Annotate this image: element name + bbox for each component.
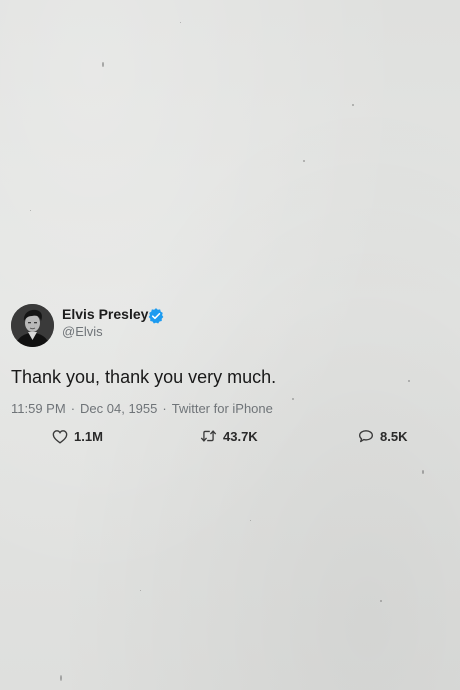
- user-handle[interactable]: @Elvis: [62, 324, 103, 339]
- retweet-count: 43.7K: [223, 428, 258, 444]
- like-count: 1.1M: [74, 428, 103, 444]
- tweet-card: Elvis Presley @Elvis Thank you, thank yo…: [0, 0, 460, 690]
- separator-dot: ·: [70, 401, 76, 416]
- heart-icon: [52, 429, 68, 444]
- reply-icon: [359, 429, 373, 442]
- avatar-portrait-image: [11, 304, 54, 347]
- like-button[interactable]: 1.1M: [52, 427, 103, 445]
- tweet-metadata: 11:59 PM · Dec 04, 1955 · Twitter for iPhone: [11, 401, 273, 416]
- tweet-time: 11:59 PM: [11, 401, 66, 416]
- retweet-icon: [200, 430, 217, 442]
- retweet-button[interactable]: 43.7K: [200, 427, 258, 445]
- tweet-date[interactable]: Dec 04, 1955: [80, 401, 157, 416]
- verified-badge-icon: [148, 308, 164, 324]
- display-name[interactable]: Elvis Presley: [62, 306, 148, 322]
- tweet-text: Thank you, thank you very much.: [11, 367, 277, 387]
- reply-count: 8.5K: [380, 428, 408, 444]
- avatar[interactable]: [11, 304, 54, 347]
- tweet-source[interactable]: Twitter for iPhone: [172, 401, 273, 416]
- separator-dot: ·: [162, 401, 167, 416]
- reply-button[interactable]: 8.5K: [358, 427, 407, 445]
